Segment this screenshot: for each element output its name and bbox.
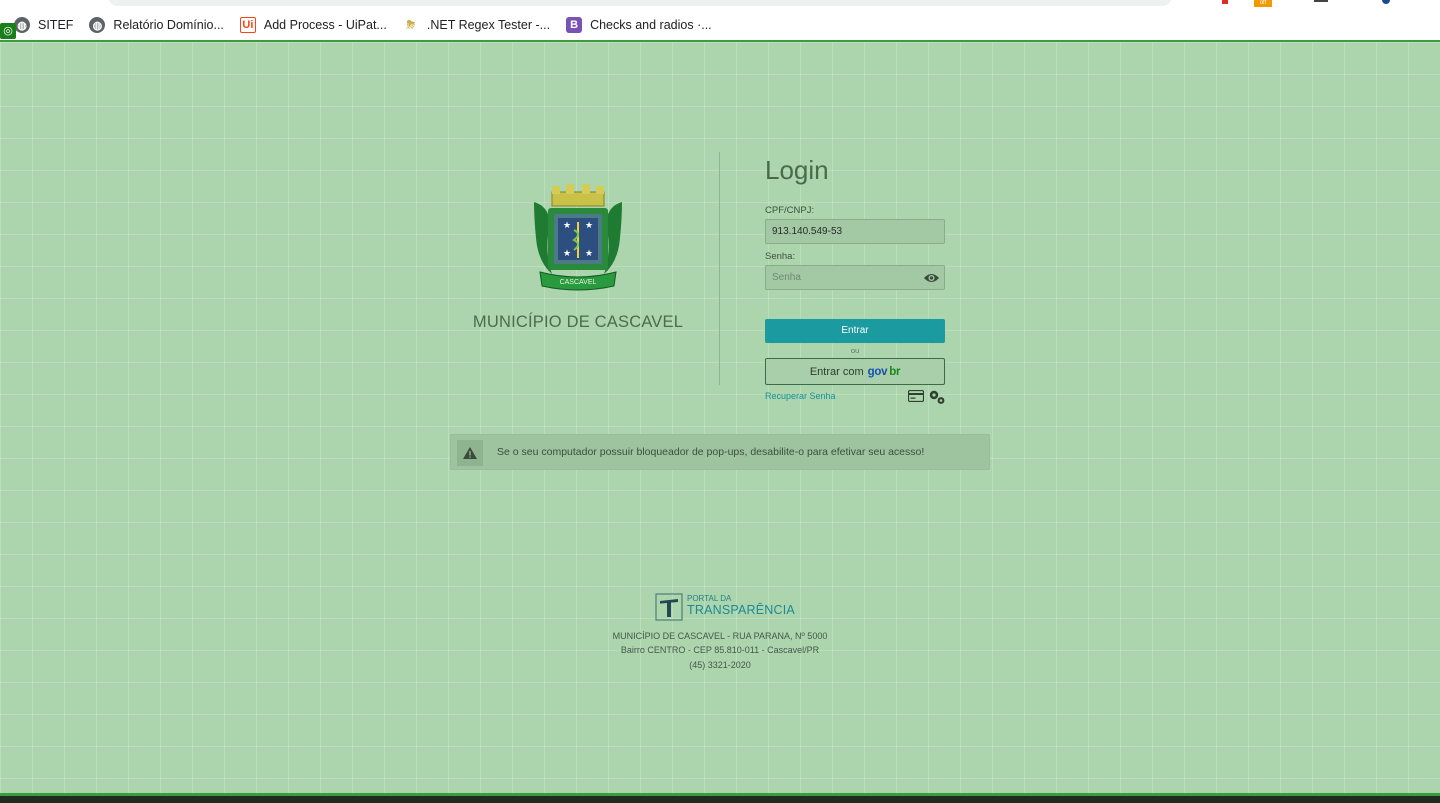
show-password-eye-icon[interactable]	[923, 272, 940, 284]
bookmark-checks-radios[interactable]: B Checks and radios ·...	[566, 17, 712, 33]
footer-address-line2: Bairro CENTRO - CEP 85.810-011 - Cascave…	[620, 645, 820, 655]
globe-icon: ◍	[14, 17, 30, 33]
govbr-logo: gov.br	[867, 365, 901, 378]
bookmark-add-process[interactable]: Ui Add Process - UiPat...	[239, 17, 387, 33]
bookmarks-bar: ◍ SITEF ◍ Relatório Domínio... Ui Add Pr…	[0, 13, 728, 37]
bookmark-label: .NET Regex Tester -...	[426, 18, 551, 32]
browser-toolbar: off ◍ SITEF ◍ Relatório Domínio... Ui Ad…	[0, 0, 1440, 40]
municipality-name: MUNICÍPIO DE CASCAVEL	[472, 313, 684, 331]
login-govbr-button[interactable]: Entrar com gov.br	[765, 358, 945, 385]
senha-label: Senha:	[765, 251, 796, 262]
bookmark-label: SITEF	[38, 18, 74, 32]
bottom-border	[0, 793, 1440, 803]
extension-off-icon[interactable]: off	[1254, 0, 1272, 7]
bookmark-label: Add Process - UiPat...	[263, 18, 387, 32]
extension-target-icon[interactable]: ◎	[0, 23, 16, 39]
password-input[interactable]	[765, 265, 945, 290]
globe-icon: ◍	[89, 17, 106, 33]
bookmark-label: Relatório Domínio...	[113, 18, 224, 32]
bookmark-regex-tester[interactable]: ⛈ .NET Regex Tester -...	[403, 17, 550, 33]
recover-password-link[interactable]: Recuperar Senha	[765, 391, 836, 401]
govbr-button-label: Entrar com	[809, 365, 864, 378]
login-button[interactable]: Entrar	[765, 319, 945, 343]
popup-blocker-alert: Se o seu computador possuir bloqueador d…	[450, 434, 990, 470]
cpf-label: CPF/CNPJ:	[765, 205, 815, 216]
svg-text:★: ★	[585, 249, 593, 259]
cpf-input[interactable]	[765, 219, 945, 244]
portal-title-small: PORTAL DA	[687, 594, 732, 603]
portal-title-big: TRANSPARÊNCIA	[687, 603, 795, 617]
or-separator: ou	[850, 346, 860, 355]
menu-icon[interactable]	[1314, 0, 1328, 2]
footer-address-line1: MUNICÍPIO DE CASCAVEL - RUA PARANA, Nº 5…	[612, 631, 828, 641]
bookmark-label: Checks and radios ·...	[590, 18, 712, 32]
svg-text:★: ★	[563, 249, 571, 259]
warning-icon-box	[457, 440, 483, 466]
svg-text:★: ★	[563, 221, 571, 231]
cascavel-crest-logo: ★ ★ ★ ★ CASCAVEL	[534, 184, 622, 291]
footer-phone: (45) 3321-2020	[689, 660, 751, 670]
bootstrap-icon: B	[566, 17, 583, 33]
credit-card-icon[interactable]	[908, 390, 924, 402]
alert-message: Se o seu computador possuir bloqueador d…	[497, 446, 925, 458]
portal-transparencia-logo[interactable]	[655, 593, 683, 621]
address-bar[interactable]	[108, 0, 1172, 6]
vertical-divider	[719, 152, 720, 385]
crest-ribbon-text: CASCAVEL	[560, 279, 597, 286]
bookmark-sitef[interactable]: ◍ SITEF	[14, 17, 73, 33]
shield-icon[interactable]	[1382, 0, 1390, 4]
svg-text:★: ★	[585, 221, 593, 231]
uipath-icon: Ui	[239, 17, 256, 33]
gears-icon[interactable]	[928, 389, 946, 405]
bookmark-relatorio-dominio[interactable]: ◍ Relatório Domínio...	[89, 17, 224, 33]
extension-red-icon[interactable]	[1222, 0, 1228, 4]
warning-icon	[463, 447, 477, 459]
page-background	[0, 40, 1440, 795]
login-title: Login	[765, 155, 829, 185]
regex-icon: ⛈	[406, 18, 416, 31]
